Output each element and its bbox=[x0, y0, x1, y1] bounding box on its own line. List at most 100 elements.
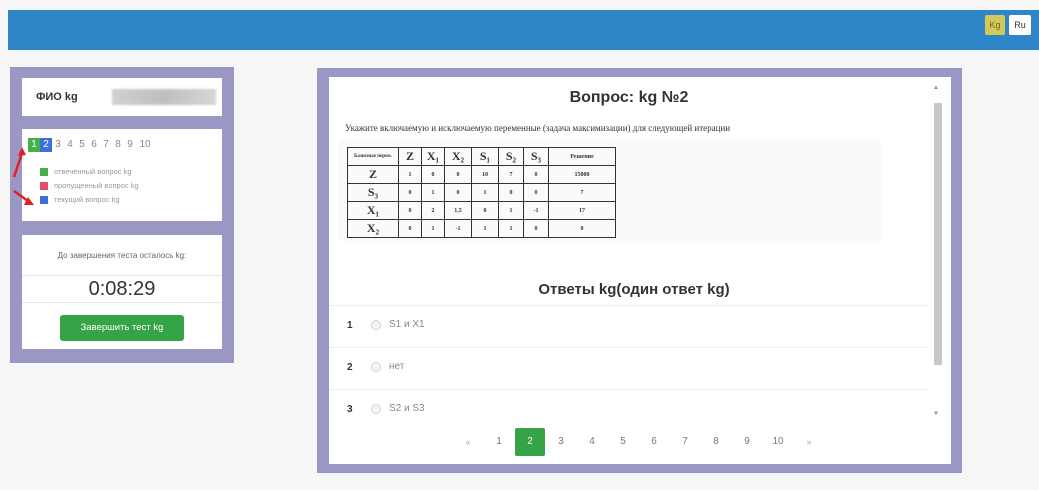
left-panel: ФИО kg 1 2 3 4 5 6 7 8 9 10 отвеченный в… bbox=[10, 67, 234, 363]
answer-text: S1 и X1 bbox=[389, 319, 425, 330]
pagination-prev[interactable]: « bbox=[453, 428, 483, 456]
table-cell: 1 bbox=[471, 219, 499, 238]
table-cell: 17 bbox=[548, 201, 616, 220]
question-nav-3[interactable]: 3 bbox=[52, 138, 64, 152]
scroll-thumb[interactable] bbox=[934, 103, 942, 365]
table-cell: 1 bbox=[421, 183, 445, 202]
table-cell: 0 bbox=[398, 183, 422, 202]
legend-current-label: текущий вопрос kg bbox=[54, 195, 120, 204]
pagination-page-1[interactable]: 1 bbox=[484, 428, 514, 456]
table-header-cell: S₂ bbox=[498, 147, 524, 166]
answer-text: нет bbox=[389, 361, 405, 372]
fio-card: ФИО kg bbox=[22, 78, 222, 116]
answer-number: 3 bbox=[347, 404, 353, 415]
table-cell: 7 bbox=[498, 165, 524, 184]
table-header-cell: Решение bbox=[548, 147, 616, 166]
table-cell: 0 bbox=[523, 183, 549, 202]
table-cell: 1 bbox=[421, 219, 445, 238]
answers-title: Ответы kg(один ответ kg) bbox=[538, 281, 730, 298]
pagination-page-4[interactable]: 4 bbox=[577, 428, 607, 456]
question-nav-10[interactable]: 10 bbox=[136, 138, 154, 152]
scroll-down-arrow-icon[interactable]: ▼ bbox=[933, 411, 939, 417]
answer-number: 1 bbox=[347, 320, 353, 331]
legend-answered-label: отвеченный вопрос kg bbox=[54, 167, 132, 176]
table-row: X₂ 0 1 -1 1 1 0 0 bbox=[347, 219, 616, 238]
table-row: X₁ 0 2 1,5 0 1 -1 17 bbox=[347, 201, 616, 220]
table-cell: 10 bbox=[471, 165, 499, 184]
question-panel: Вопрос: kg №2 Укажите включаемую и исклю… bbox=[317, 68, 962, 473]
question-nav-9[interactable]: 9 bbox=[124, 138, 136, 152]
pagination-page-3[interactable]: 3 bbox=[546, 428, 576, 456]
answer-radio[interactable] bbox=[371, 404, 381, 414]
table-cell: 1 bbox=[498, 219, 524, 238]
answer-radio[interactable] bbox=[371, 320, 381, 330]
red-arrow-annotation bbox=[12, 147, 34, 205]
table-header-cell: Базисные перем. bbox=[347, 147, 399, 166]
answer-option-3[interactable]: 3 S2 и S3 bbox=[329, 389, 929, 430]
table-header-cell: S₃ bbox=[523, 147, 549, 166]
table-cell: 1,5 bbox=[444, 201, 472, 220]
table-cell: 15000 bbox=[548, 165, 616, 184]
table-cell: 2 bbox=[421, 201, 445, 220]
question-image-box: Базисные перем. Z X₁ X₂ S₁ S₂ S₃ Решение… bbox=[339, 139, 881, 241]
pagination-page-8[interactable]: 8 bbox=[701, 428, 731, 456]
table-cell: 7 bbox=[548, 183, 616, 202]
fio-label: ФИО kg bbox=[36, 91, 78, 103]
pagination-next[interactable]: » bbox=[794, 428, 824, 456]
table-cell: Z bbox=[347, 165, 399, 184]
question-nav-7[interactable]: 7 bbox=[100, 138, 112, 152]
simplex-table: Базисные перем. Z X₁ X₂ S₁ S₂ S₃ Решение… bbox=[347, 147, 616, 238]
legend-skipped-label: пропущенный вопрос kg bbox=[54, 181, 139, 190]
pagination-page-2[interactable]: 2 bbox=[515, 428, 545, 456]
pagination-page-7[interactable]: 7 bbox=[670, 428, 700, 456]
table-header-cell: S₁ bbox=[471, 147, 499, 166]
table-cell: X₂ bbox=[347, 219, 399, 238]
scrollbar[interactable]: ▲ ▼ bbox=[931, 81, 945, 421]
pagination-page-6[interactable]: 6 bbox=[639, 428, 669, 456]
table-cell: 0 bbox=[398, 219, 422, 238]
table-row: S₃ 0 1 0 1 0 0 7 bbox=[347, 183, 616, 202]
answer-radio[interactable] bbox=[371, 362, 381, 372]
pagination-page-10[interactable]: 10 bbox=[763, 428, 793, 456]
table-header-cell: X₂ bbox=[444, 147, 472, 166]
finish-test-button[interactable]: Завершить тест kg bbox=[60, 315, 184, 341]
pagination: « 1 2 3 4 5 6 7 8 9 10 » bbox=[453, 427, 825, 457]
answer-text: S2 и S3 bbox=[389, 403, 425, 414]
question-nav-4[interactable]: 4 bbox=[64, 138, 76, 152]
question-text: Укажите включаемую и исключаемую перемен… bbox=[345, 123, 731, 133]
table-cell: 0 bbox=[498, 183, 524, 202]
table-cell: 0 bbox=[421, 165, 445, 184]
table-cell: 0 bbox=[444, 183, 472, 202]
table-cell: -1 bbox=[523, 201, 549, 220]
question-title: Вопрос: kg №2 bbox=[569, 89, 689, 106]
timer-value: 0:08:29 bbox=[22, 275, 222, 303]
timer-card: До завершения теста осталось kg: 0:08:29… bbox=[22, 235, 222, 349]
legend-answered: отвеченный вопрос kg bbox=[40, 167, 132, 176]
table-cell: S₃ bbox=[347, 183, 399, 202]
pagination-page-9[interactable]: 9 bbox=[732, 428, 762, 456]
table-cell: X₁ bbox=[347, 201, 399, 220]
table-header-row: Базисные перем. Z X₁ X₂ S₁ S₂ S₃ Решение bbox=[347, 147, 616, 166]
fio-value-blurred bbox=[112, 89, 216, 105]
pagination-page-5[interactable]: 5 bbox=[608, 428, 638, 456]
answer-option-1[interactable]: 1 S1 и X1 bbox=[329, 305, 929, 346]
legend-skipped: пропущенный вопрос kg bbox=[40, 181, 139, 190]
lang-kg-button[interactable]: Kg bbox=[985, 15, 1005, 35]
table-cell: 1 bbox=[398, 165, 422, 184]
top-bar bbox=[8, 10, 1039, 50]
question-content: Вопрос: kg №2 Укажите включаемую и исклю… bbox=[329, 77, 951, 464]
table-cell: 0 bbox=[548, 219, 616, 238]
table-cell: 1 bbox=[498, 201, 524, 220]
answer-number: 2 bbox=[347, 362, 353, 373]
table-cell: 0 bbox=[523, 219, 549, 238]
question-nav-5[interactable]: 5 bbox=[76, 138, 88, 152]
table-header-cell: Z bbox=[398, 147, 422, 166]
answer-option-2[interactable]: 2 нет bbox=[329, 347, 929, 388]
scroll-up-arrow-icon[interactable]: ▲ bbox=[933, 85, 939, 91]
table-cell: 0 bbox=[398, 201, 422, 220]
question-nav-6[interactable]: 6 bbox=[88, 138, 100, 152]
question-nav-8[interactable]: 8 bbox=[112, 138, 124, 152]
lang-ru-button[interactable]: Ru bbox=[1009, 15, 1031, 35]
legend-current: текущий вопрос kg bbox=[40, 195, 120, 204]
table-cell: 1 bbox=[471, 183, 499, 202]
